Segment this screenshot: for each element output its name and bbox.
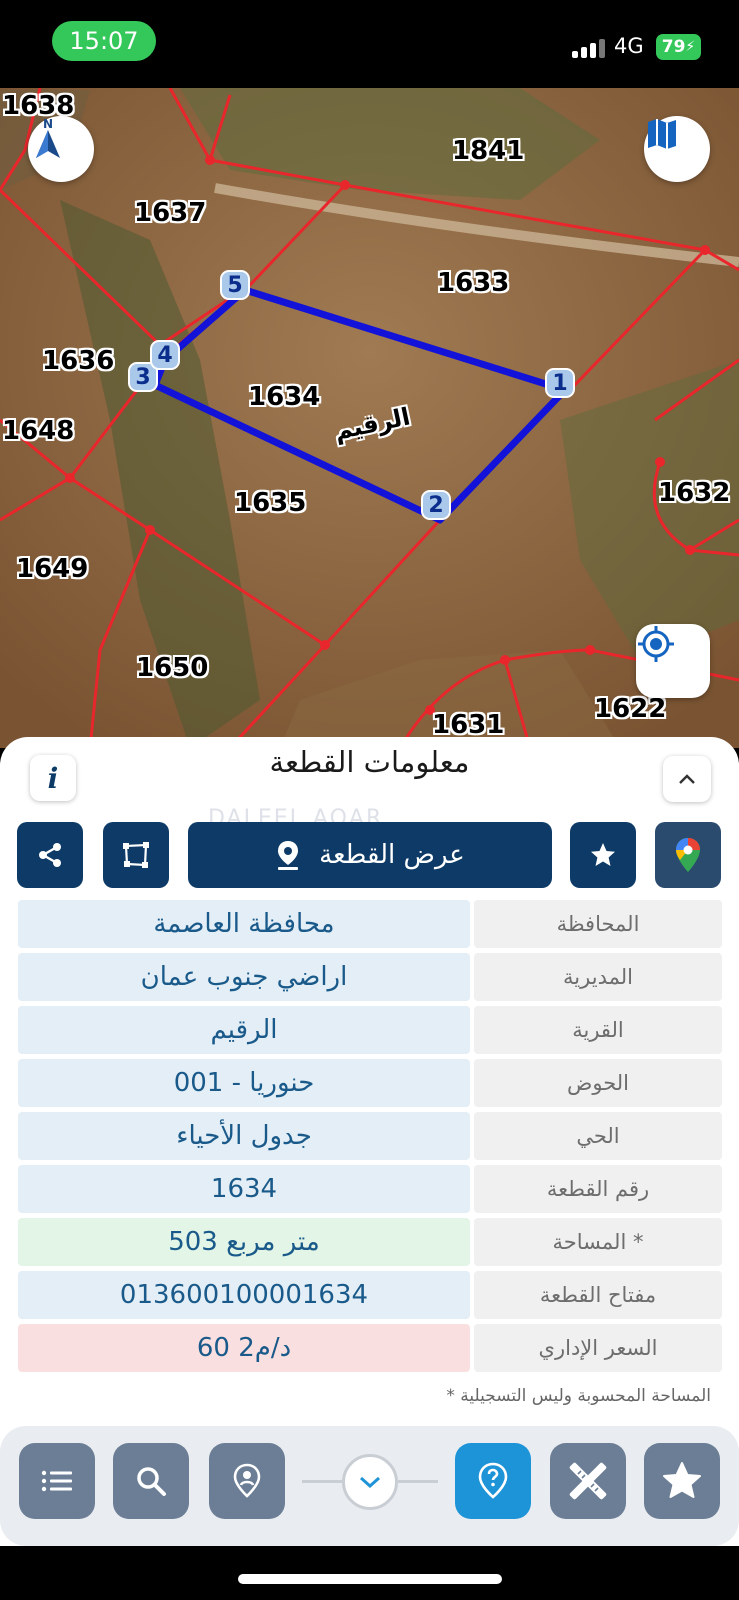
show-parcel-button[interactable]: عرض القطعة	[188, 822, 552, 888]
sheet-title: معلومات القطعة	[269, 745, 470, 779]
favorite-button[interactable]	[570, 822, 636, 888]
table-row: 013600100001634 مفتاح القطعة	[18, 1271, 722, 1319]
show-parcel-label: عرض القطعة	[319, 840, 465, 870]
north-label: N	[43, 117, 53, 131]
status-bar: 15:07 4G 79 ⚡	[0, 0, 739, 88]
parcel-label[interactable]: 1636	[42, 346, 114, 376]
chevron-up-icon	[679, 774, 695, 784]
table-row: 60 د/م2 السعر الإداري	[18, 1324, 722, 1372]
list-icon	[41, 1470, 72, 1492]
parcel-label[interactable]: 1622	[594, 694, 666, 724]
province-value: محافظة العاصمة	[18, 900, 470, 948]
my-location-button[interactable]	[209, 1443, 285, 1519]
parcel-label[interactable]: 1841	[452, 136, 524, 166]
locate-me-button[interactable]	[636, 624, 710, 698]
parcel-label[interactable]: 1632	[658, 478, 730, 508]
basin-label: الحوض	[474, 1059, 722, 1107]
parcel-label[interactable]: 1631	[432, 710, 504, 740]
polygon-icon	[123, 842, 149, 868]
parcel-label[interactable]: 1635	[234, 488, 306, 518]
area-footnote: * المساحة المحسوبة وليس التسجيلية	[446, 1386, 711, 1406]
location-pin-icon	[278, 841, 299, 870]
basin-value: حنوريا - 001	[18, 1059, 470, 1107]
search-icon	[137, 1467, 166, 1496]
compass-north-button[interactable]: N	[28, 116, 94, 182]
parcel-number-value: 1634	[18, 1165, 470, 1213]
signal-icon	[572, 38, 606, 58]
network-type: 4G	[614, 34, 644, 58]
parcel-label[interactable]: 1650	[136, 653, 208, 683]
chevron-down-icon	[360, 1476, 380, 1489]
clock: 15:07	[52, 21, 156, 61]
parcel-label[interactable]: 1648	[2, 416, 74, 446]
info-icon: i	[47, 761, 59, 795]
google-maps-pin-icon	[676, 838, 700, 872]
parcel-key-label: مفتاح القطعة	[474, 1271, 722, 1319]
table-row: الرقيم القرية	[18, 1006, 722, 1054]
table-row: جدول الأحياء الحي	[18, 1112, 722, 1160]
parcel-label[interactable]: 1633	[437, 268, 509, 298]
area-value: 503 متر مربع	[18, 1218, 470, 1266]
divider	[398, 1480, 438, 1483]
vertex-marker[interactable]: 4	[150, 340, 180, 370]
battery-indicator: 79 ⚡	[656, 34, 701, 60]
parcel-key-value: 013600100001634	[18, 1271, 470, 1319]
neighborhood-label: الحي	[474, 1112, 722, 1160]
home-bar-area	[0, 1546, 739, 1600]
home-indicator[interactable]	[238, 1574, 502, 1584]
google-maps-button[interactable]	[655, 822, 721, 888]
measure-tools-button[interactable]	[550, 1443, 626, 1519]
parcel-number-label: رقم القطعة	[474, 1165, 722, 1213]
polygon-tool-button[interactable]	[103, 822, 169, 888]
compass-north-icon: N	[36, 117, 60, 158]
table-row: اراضي جنوب عمان المديرية	[18, 953, 722, 1001]
neighborhood-value: جدول الأحياء	[18, 1112, 470, 1160]
admin-price-value: 60 د/م2	[18, 1324, 470, 1372]
map-view[interactable]: 1638 1841 1637 1633 1636 1634 1648 1632 …	[0, 88, 739, 748]
favorites-button[interactable]	[644, 1443, 720, 1519]
vertex-marker[interactable]: 1	[545, 368, 575, 398]
list-button[interactable]	[19, 1443, 95, 1519]
table-row: محافظة العاصمة المحافظة	[18, 900, 722, 948]
star-icon	[663, 1462, 701, 1498]
directorate-value: اراضي جنوب عمان	[18, 953, 470, 1001]
province-label: المحافظة	[474, 900, 722, 948]
map-layers-button[interactable]	[644, 116, 710, 182]
help-pin-button[interactable]	[455, 1443, 531, 1519]
share-button[interactable]	[17, 822, 83, 888]
collapse-sheet-button[interactable]	[663, 756, 711, 802]
parcel-label-selected[interactable]: 1634	[248, 382, 320, 412]
vertex-marker[interactable]: 5	[220, 270, 250, 300]
parcel-label[interactable]: 1649	[16, 554, 88, 584]
parcel-label[interactable]: 1637	[134, 198, 206, 228]
table-row: 503 متر مربع المساحة *	[18, 1218, 722, 1266]
star-icon	[591, 843, 615, 866]
admin-price-label: السعر الإداري	[474, 1324, 722, 1372]
divider	[302, 1480, 342, 1483]
map-book-icon	[648, 119, 676, 149]
locate-me-icon	[638, 626, 674, 662]
directorate-label: المديرية	[474, 953, 722, 1001]
table-row: حنوريا - 001 الحوض	[18, 1059, 722, 1107]
location-pin-icon	[233, 1463, 261, 1498]
info-button[interactable]: i	[30, 755, 76, 801]
village-value: الرقيم	[18, 1006, 470, 1054]
help-pin-icon	[478, 1462, 508, 1499]
village-label: القرية	[474, 1006, 722, 1054]
vertex-marker[interactable]: 2	[421, 490, 451, 520]
search-button[interactable]	[113, 1443, 189, 1519]
share-icon	[39, 843, 61, 867]
expand-toggle-button[interactable]	[342, 1454, 398, 1510]
measure-tools-icon	[569, 1462, 607, 1500]
battery-level: 79	[661, 37, 686, 57]
area-label: المساحة *	[474, 1218, 722, 1266]
table-row: 1634 رقم القطعة	[18, 1165, 722, 1213]
